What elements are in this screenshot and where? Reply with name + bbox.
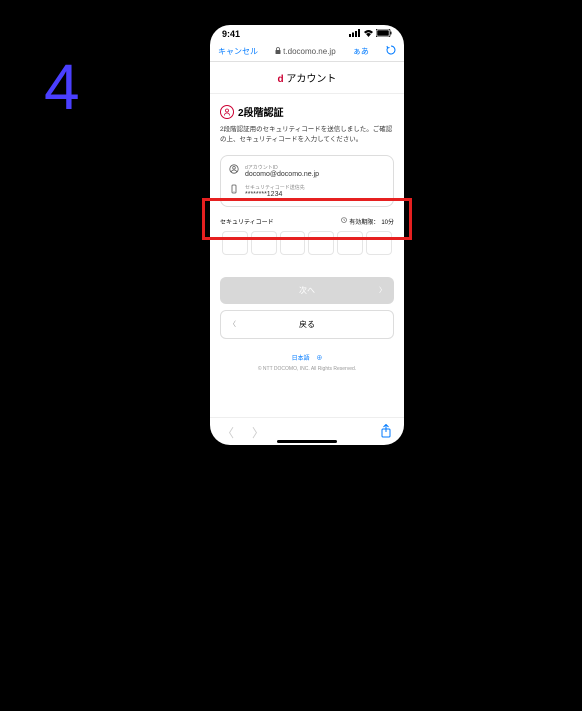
clock-icon bbox=[341, 217, 347, 225]
signal-icon bbox=[349, 29, 361, 39]
code-digit-3[interactable] bbox=[280, 231, 306, 255]
battery-icon bbox=[376, 29, 392, 39]
copyright: © NTT DOCOMO, INC. All Rights Reserved. bbox=[220, 366, 394, 372]
expiry-value: 10分 bbox=[381, 217, 394, 226]
code-input-group bbox=[220, 229, 394, 257]
code-digit-4[interactable] bbox=[308, 231, 334, 255]
destination-label: セキュリティコード送信先 bbox=[245, 184, 385, 191]
account-id-label: dアカウントID bbox=[245, 164, 385, 171]
account-id-row: dアカウントID docomo@docomo.ne.jp bbox=[229, 164, 385, 178]
status-icons bbox=[349, 29, 392, 39]
globe-icon: ⊕ bbox=[316, 356, 322, 362]
cancel-button[interactable]: キャンセル bbox=[218, 46, 258, 57]
code-label: セキュリティコード bbox=[220, 217, 274, 226]
account-info-box: dアカウントID docomo@docomo.ne.jp セキュリティコード送信… bbox=[220, 155, 394, 207]
back-button[interactable]: 戻る bbox=[220, 310, 394, 339]
code-header: セキュリティコード 有効期限：10分 bbox=[220, 217, 394, 226]
auth-title-row: 2段階認証 bbox=[220, 104, 394, 119]
code-digit-1[interactable] bbox=[222, 231, 248, 255]
logo-text: アカウント bbox=[284, 74, 337, 85]
expiry-prefix: 有効期限： bbox=[349, 217, 379, 226]
code-digit-6[interactable] bbox=[366, 231, 392, 255]
home-indicator bbox=[277, 440, 337, 443]
page-header: d アカウント bbox=[210, 62, 404, 94]
code-digit-5[interactable] bbox=[337, 231, 363, 255]
code-digit-2[interactable] bbox=[251, 231, 277, 255]
auth-title: 2段階認証 bbox=[238, 104, 284, 119]
status-time: 9:41 bbox=[222, 29, 240, 39]
phone-icon bbox=[229, 184, 239, 198]
back-nav-icon[interactable]: 〈 bbox=[222, 424, 234, 441]
wifi-icon bbox=[363, 29, 374, 39]
phone-frame: 9:41 キャンセル t.docomo.ne.jp ぁあ d アカウント bbox=[210, 25, 404, 445]
person-icon bbox=[220, 105, 234, 119]
reader-button[interactable]: ぁあ bbox=[353, 46, 369, 57]
refresh-button[interactable] bbox=[386, 45, 396, 57]
user-icon bbox=[229, 164, 239, 178]
status-bar: 9:41 bbox=[210, 25, 404, 41]
browser-bar: キャンセル t.docomo.ne.jp ぁあ bbox=[210, 41, 404, 62]
url-display[interactable]: t.docomo.ne.jp bbox=[275, 47, 335, 56]
account-id-value: docomo@docomo.ne.jp bbox=[245, 171, 385, 178]
url-text: t.docomo.ne.jp bbox=[283, 47, 335, 56]
language-link[interactable]: 日本語 ⊕ bbox=[220, 353, 394, 362]
language-text: 日本語 bbox=[292, 356, 310, 362]
forward-nav-icon[interactable]: 〉 bbox=[252, 424, 264, 441]
destination-value: ********1234 bbox=[245, 191, 385, 198]
destination-row: セキュリティコード送信先 ********1234 bbox=[229, 184, 385, 198]
next-button[interactable]: 次へ bbox=[220, 277, 394, 304]
description: 2段階認証用のセキュリティコードを送信しました。ご確認の上、セキュリティコードを… bbox=[220, 125, 394, 145]
share-icon[interactable] bbox=[380, 424, 392, 441]
lock-icon bbox=[275, 47, 281, 56]
content-area: 2段階認証 2段階認証用のセキュリティコードを送信しました。ご確認の上、セキュリ… bbox=[210, 94, 404, 378]
step-number: 4 bbox=[44, 50, 80, 124]
